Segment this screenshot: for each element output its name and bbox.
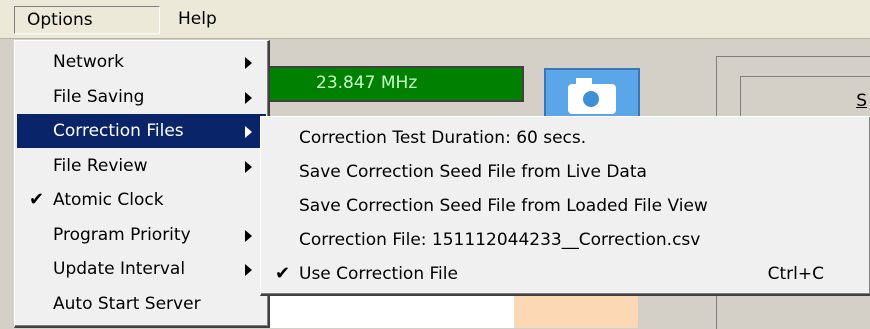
menu-item-program-priority[interactable]: Program Priority bbox=[17, 218, 266, 252]
submenu-item-label: Save Correction Seed File from Live Data bbox=[299, 162, 647, 182]
grey-panel bbox=[638, 296, 716, 328]
frequency-display: 23.847 MHz bbox=[264, 66, 524, 102]
peach-panel bbox=[514, 296, 638, 328]
menu-options[interactable]: Options bbox=[14, 6, 160, 34]
menu-item-label: Network bbox=[53, 52, 124, 72]
menu-help[interactable]: Help bbox=[166, 6, 229, 32]
submenu-arrow-icon bbox=[245, 57, 252, 69]
submenu-arrow-icon bbox=[245, 91, 252, 104]
submenu-arrow-icon bbox=[245, 264, 252, 276]
camera-button[interactable] bbox=[544, 68, 640, 118]
submenu-item-label: Correction Test Duration: 60 secs. bbox=[299, 128, 587, 148]
options-dropdown: Network File Saving Correction Files File R… bbox=[14, 40, 270, 328]
correction-files-submenu: Correction Test Duration: 60 secs. Save C… bbox=[260, 116, 870, 296]
menu-item-update-interval[interactable]: Update Interval bbox=[17, 252, 266, 286]
submenu-arrow-icon bbox=[245, 160, 252, 173]
check-icon: ✔ bbox=[275, 263, 291, 284]
submenu-item-label: Correction File: 151112044233__Correctio… bbox=[299, 230, 701, 250]
menu-item-network[interactable]: Network bbox=[17, 45, 266, 79]
submenu-item-correction-test-duration-60-secs[interactable]: Correction Test Duration: 60 secs. bbox=[263, 121, 868, 155]
menu-item-atomic-clock[interactable]: ✔ Atomic Clock bbox=[17, 183, 266, 217]
right-panel-label: S bbox=[856, 91, 867, 111]
menu-item-file-saving[interactable]: File Saving bbox=[17, 80, 266, 114]
check-icon: ✔ bbox=[29, 189, 45, 210]
menu-item-label: Correction Files bbox=[53, 121, 184, 141]
menu-item-label: Atomic Clock bbox=[53, 190, 164, 210]
menu-item-label: File Review bbox=[53, 155, 148, 176]
menu-item-label: Program Priority bbox=[53, 224, 191, 245]
menu-item-label: File Saving bbox=[53, 86, 145, 107]
menu-item-correction-files[interactable]: Correction Files bbox=[17, 114, 266, 148]
menu-item-label: Update Interval bbox=[53, 259, 186, 279]
camera-lens-icon bbox=[580, 88, 602, 110]
menu-bar: Options Help bbox=[0, 0, 870, 39]
submenu-arrow-icon bbox=[245, 126, 252, 138]
submenu-item-use-correction-file[interactable]: ✔ Use Correction File Ctrl+C bbox=[263, 257, 868, 291]
menu-item-file-review[interactable]: File Review bbox=[17, 149, 266, 183]
white-panel bbox=[264, 296, 515, 328]
submenu-item-correction-file-151112044233-correction-[interactable]: Correction File: 151112044233__Correctio… bbox=[263, 223, 868, 257]
submenu-arrow-icon bbox=[245, 229, 252, 242]
submenu-item-label: Save Correction Seed File from Loaded Fi… bbox=[299, 196, 708, 216]
menu-item-label: Auto Start Server bbox=[53, 293, 201, 314]
shortcut-label: Ctrl+C bbox=[767, 264, 824, 284]
menu-item-auto-start-server[interactable]: Auto Start Server bbox=[17, 287, 266, 321]
submenu-item-save-correction-seed-file-from-live-data[interactable]: Save Correction Seed File from Live Data bbox=[263, 155, 868, 189]
submenu-item-save-correction-seed-file-from-loaded-fi[interactable]: Save Correction Seed File from Loaded Fi… bbox=[263, 189, 868, 223]
submenu-item-label: Use Correction File bbox=[299, 264, 458, 284]
